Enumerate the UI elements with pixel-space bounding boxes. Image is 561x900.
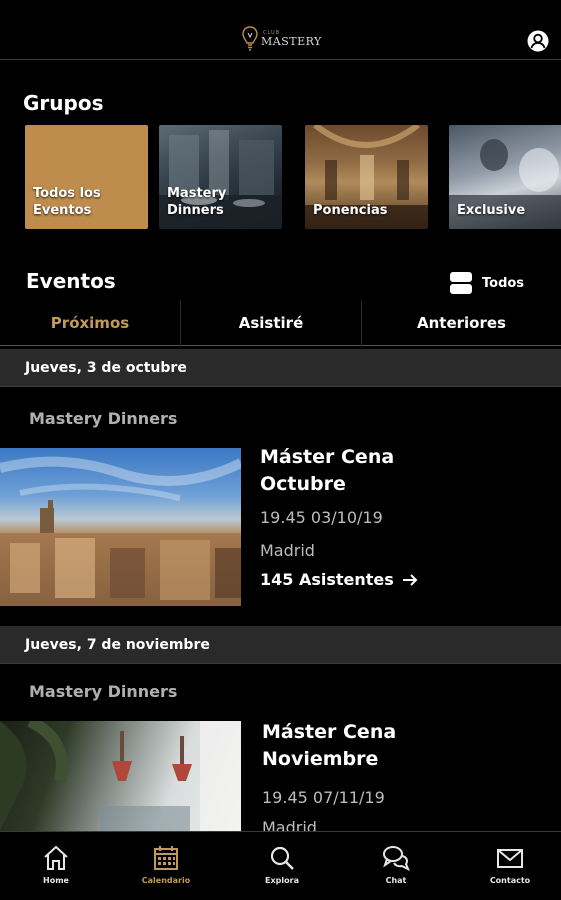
event-datetime: 19.45 03/10/19 (260, 508, 383, 527)
filter-todos-button[interactable]: Todos (450, 272, 524, 294)
nav-contacto[interactable]: Contacto (454, 832, 561, 900)
group-card-label: Ponencias (313, 203, 388, 218)
bulb-logo-icon (242, 26, 258, 51)
list-toggle-icon (450, 272, 472, 294)
nav-label: Calendario (141, 876, 191, 885)
event-group-name: Mastery Dinners (29, 409, 178, 428)
bottom-navigation: Home Calendario Explora Chat Contacto (0, 831, 561, 900)
nav-chat[interactable]: Chat (340, 832, 452, 900)
event-title-line1: Máster Cena (262, 721, 397, 743)
tab-proximos[interactable]: Próximos (0, 300, 180, 346)
group-card-label: Exclusive (457, 203, 526, 218)
groups-heading: Grupos (23, 91, 104, 115)
search-icon (270, 846, 294, 870)
tab-asistire[interactable]: Asistiré (180, 300, 361, 346)
event-title[interactable]: Máster Cena Noviembre (262, 719, 396, 773)
group-card-label: Mastery Dinners (167, 186, 227, 218)
group-card-exclusive[interactable]: Exclusive (449, 125, 561, 229)
group-card-all-events[interactable]: Todos los Eventos (25, 125, 148, 229)
event-image-madrid[interactable] (0, 448, 241, 606)
nav-home[interactable]: Home (0, 832, 112, 900)
profile-icon[interactable] (527, 30, 549, 52)
event-image-restaurant[interactable] (0, 721, 241, 831)
app-header: CLUB MASTERY (0, 0, 561, 60)
event-title[interactable]: Máster Cena Octubre (260, 444, 394, 498)
home-icon (44, 845, 68, 870)
chat-icon (383, 846, 410, 872)
event-group-name: Mastery Dinners (29, 682, 178, 701)
filter-todos-label: Todos (482, 275, 525, 291)
group-card-mastery-dinners[interactable]: Mastery Dinners (159, 125, 282, 229)
nav-explora[interactable]: Explora (226, 832, 338, 900)
date-header: Jueves, 3 de octubre (0, 349, 561, 387)
event-title-line2: Octubre (260, 473, 346, 495)
event-title-line2: Noviembre (262, 748, 379, 770)
nav-label: Home (43, 876, 69, 885)
nav-label: Contacto (489, 876, 531, 885)
groups-carousel[interactable]: Todos los Eventos Mastery Dinners Ponenc… (25, 125, 561, 230)
nav-calendario[interactable]: Calendario (110, 832, 222, 900)
club-mastery-logo[interactable]: CLUB MASTERY (242, 24, 322, 54)
nav-label: Chat (385, 876, 407, 885)
mail-icon (497, 849, 523, 868)
attendees-link[interactable]: 145 Asistentes (260, 570, 418, 589)
event-city: Madrid (260, 541, 315, 560)
date-header: Jueves, 7 de noviembre (0, 626, 561, 664)
event-title-line1: Máster Cena (260, 446, 395, 468)
attendees-count: 145 Asistentes (260, 570, 394, 589)
events-heading: Eventos (26, 269, 116, 293)
events-tabs: Próximos Asistiré Anteriores (0, 300, 561, 346)
nav-label: Explora (265, 876, 299, 885)
restaurant-interior-photo (0, 721, 241, 831)
madrid-skyline-photo (0, 456, 241, 606)
group-card-ponencias[interactable]: Ponencias (305, 125, 428, 229)
tab-anteriores[interactable]: Anteriores (361, 300, 561, 346)
arrow-right-icon (402, 573, 418, 586)
logo-mastery-text: MASTERY (261, 35, 322, 48)
calendar-icon (154, 846, 178, 870)
group-card-label: Todos los Eventos (33, 186, 101, 218)
event-datetime: 19.45 07/11/19 (262, 788, 385, 807)
